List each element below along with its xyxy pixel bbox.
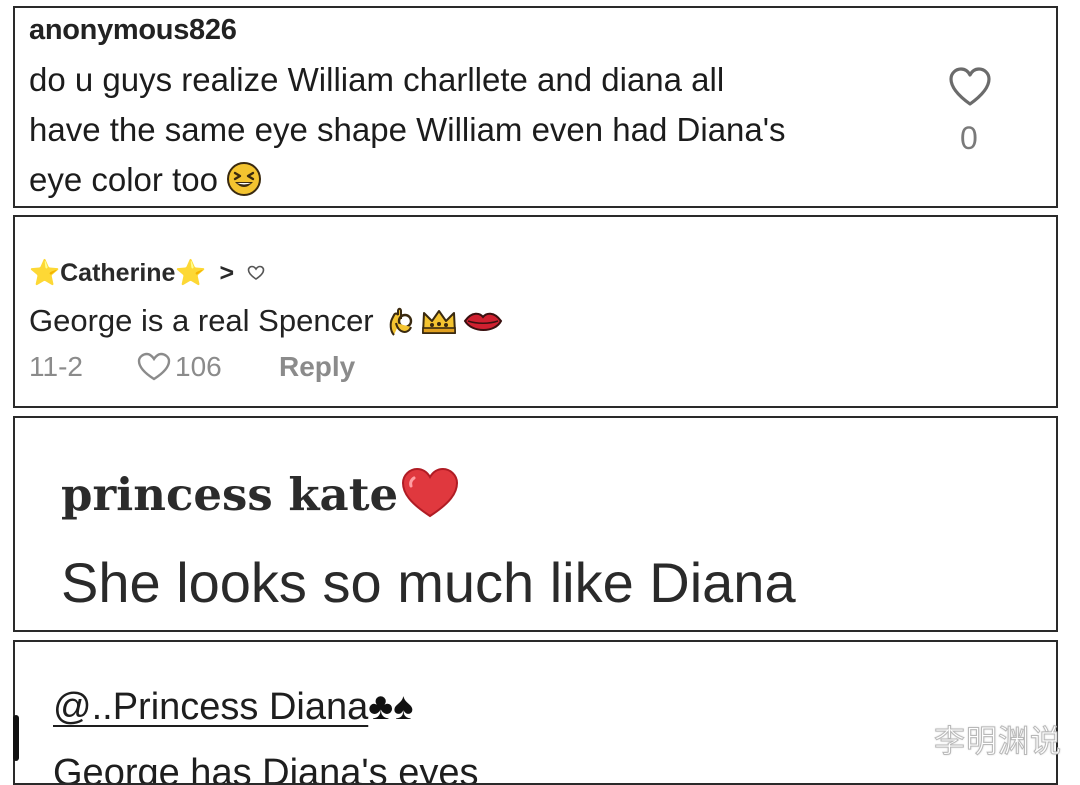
heart-outline-icon [247,265,265,280]
comment-card-2: ⭐Catherine⭐ > George is a real Spencer 1… [13,215,1058,408]
comment-username-text[interactable]: princess kate [61,468,398,521]
heart-outline-icon[interactable] [948,66,992,108]
comment-text-segment: George is a real Spencer [29,303,374,338]
comment-text: George is a real Spencer [29,303,504,339]
comment-username[interactable]: princess kate [61,466,460,521]
like-count: 0 [960,120,978,156]
like-button[interactable]: 106 [137,351,222,383]
comment-username[interactable]: ⭐Catherine⭐ [29,259,207,287]
comment-text-line: have the same eye shape William even had… [29,111,786,148]
comment-username[interactable]: @..Princess Diana♣♠ [53,686,413,729]
comment-card-4: @..Princess Diana♣♠ George has Diana's e… [13,640,1058,785]
chevron-right-icon: > [219,259,235,287]
comment-text: George has Diana's eyes [53,752,479,785]
like-count: 106 [175,351,222,382]
ok-hand-emoji-icon [389,307,413,336]
comment-text-line: eye color too [29,161,262,199]
comment-text: She looks so much like Diana [61,551,796,614]
comment-card-3: princess kate She looks so much like Dia… [13,416,1058,632]
club-suit-icon: ♣ [368,686,394,728]
reply-button[interactable]: Reply [279,351,355,383]
comment-username[interactable]: anonymous826 [29,14,237,47]
crown-emoji-icon [422,310,457,334]
laughing-squint-emoji-icon [226,162,261,196]
heart-outline-icon [137,352,171,381]
red-heart-emoji-icon [402,467,459,518]
lips-emoji-icon [464,312,503,331]
comment-text-line: do u guys realize William charllete and … [29,61,725,98]
comment-card-1: anonymous826 do u guys realize William c… [13,6,1058,208]
scroll-edge-marker [13,715,19,761]
spade-suit-icon: ♠ [393,686,414,728]
comment-username-row[interactable]: ⭐Catherine⭐ > [29,259,265,288]
comment-text-segment: eye color too [29,161,218,198]
comment-date: 11-2 [29,351,83,382]
comment-username-text[interactable]: @..Princess Diana [53,686,368,728]
watermark-text: 李明渊说 [934,724,1062,761]
